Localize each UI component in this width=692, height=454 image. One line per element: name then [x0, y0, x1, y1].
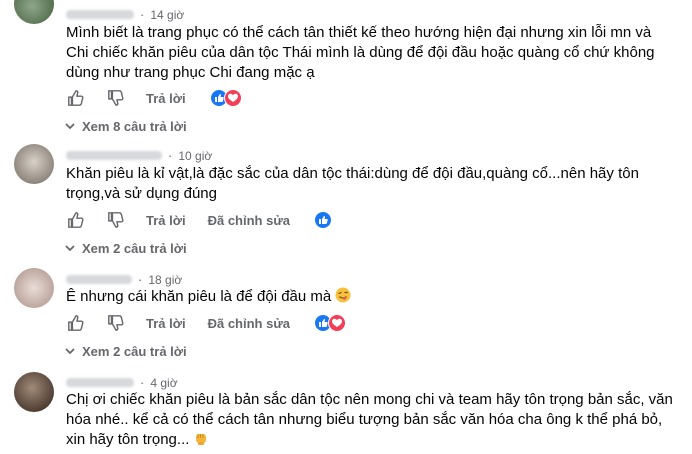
comment-text: Ê nhưng cái khăn piêu là để đội đầu mà — [66, 287, 676, 307]
reaction-summary[interactable] — [209, 89, 242, 107]
reaction-summary[interactable] — [313, 211, 332, 229]
reply-button[interactable]: Trả lời — [146, 91, 186, 106]
comment-actions: Trả lời — [66, 88, 242, 108]
author-name-redacted[interactable] — [66, 275, 132, 284]
author-name-redacted[interactable] — [66, 378, 134, 387]
edited-label[interactable]: Đã chỉnh sửa — [208, 213, 290, 228]
like-outline-icon[interactable] — [66, 88, 86, 108]
like-outline-icon[interactable] — [66, 210, 86, 230]
view-replies-button[interactable]: Xem 2 câu trả lời — [62, 240, 187, 256]
author-name-redacted[interactable] — [66, 151, 162, 160]
comment-meta: · 10 giờ — [66, 148, 212, 163]
edited-label[interactable]: Đã chỉnh sửa — [208, 316, 290, 331]
comment-meta: · 14 giờ — [66, 7, 184, 22]
view-replies-label: Xem 2 câu trả lời — [82, 240, 187, 256]
reply-button[interactable]: Trả lời — [146, 316, 186, 331]
comment-meta: · 4 giờ — [66, 375, 178, 390]
comment-actions: Trả lời Đã chỉnh sửa — [66, 313, 346, 333]
dislike-outline-icon[interactable] — [106, 210, 126, 230]
avatar[interactable] — [14, 0, 54, 24]
reply-button[interactable]: Trả lời — [146, 213, 186, 228]
view-replies-label: Xem 2 câu trả lời — [82, 343, 187, 359]
avatar[interactable] — [14, 268, 54, 308]
reaction-summary[interactable] — [313, 314, 346, 332]
love-icon — [327, 314, 346, 332]
chevron-down-icon — [62, 343, 78, 359]
dislike-outline-icon[interactable] — [106, 313, 126, 333]
author-name-redacted[interactable] — [66, 10, 134, 19]
avatar[interactable] — [14, 372, 54, 412]
comment-meta: · 18 giờ — [66, 272, 182, 287]
comment-text: Chị ơi chiếc khăn piêu là bản sắc dân tộ… — [66, 391, 673, 448]
like-icon — [313, 211, 332, 229]
comment-time[interactable]: 10 giờ — [178, 149, 212, 163]
chevron-down-icon — [62, 118, 78, 134]
comment-time[interactable]: 18 giờ — [148, 273, 182, 287]
dislike-outline-icon[interactable] — [106, 88, 126, 108]
winking-tongue-emoji-icon — [335, 287, 351, 303]
comment-actions: Trả lời Đã chỉnh sửa — [66, 210, 332, 230]
comment-text: Mình biết là trang phục có thể cách tân … — [66, 24, 655, 81]
raised-fist-emoji-icon — [193, 430, 209, 446]
comment-text: Khăn piêu là kỉ vật,là đặc sắc của dân t… — [66, 165, 639, 202]
view-replies-button[interactable]: Xem 2 câu trả lời — [62, 343, 187, 359]
view-replies-label: Xem 8 câu trả lời — [82, 118, 187, 134]
chevron-down-icon — [62, 240, 78, 256]
view-replies-button[interactable]: Xem 8 câu trả lời — [62, 118, 187, 134]
love-icon — [223, 89, 242, 107]
like-outline-icon[interactable] — [66, 313, 86, 333]
comment-time[interactable]: 14 giờ — [150, 8, 184, 22]
avatar[interactable] — [14, 144, 54, 184]
comment-time[interactable]: 4 giờ — [150, 376, 177, 390]
